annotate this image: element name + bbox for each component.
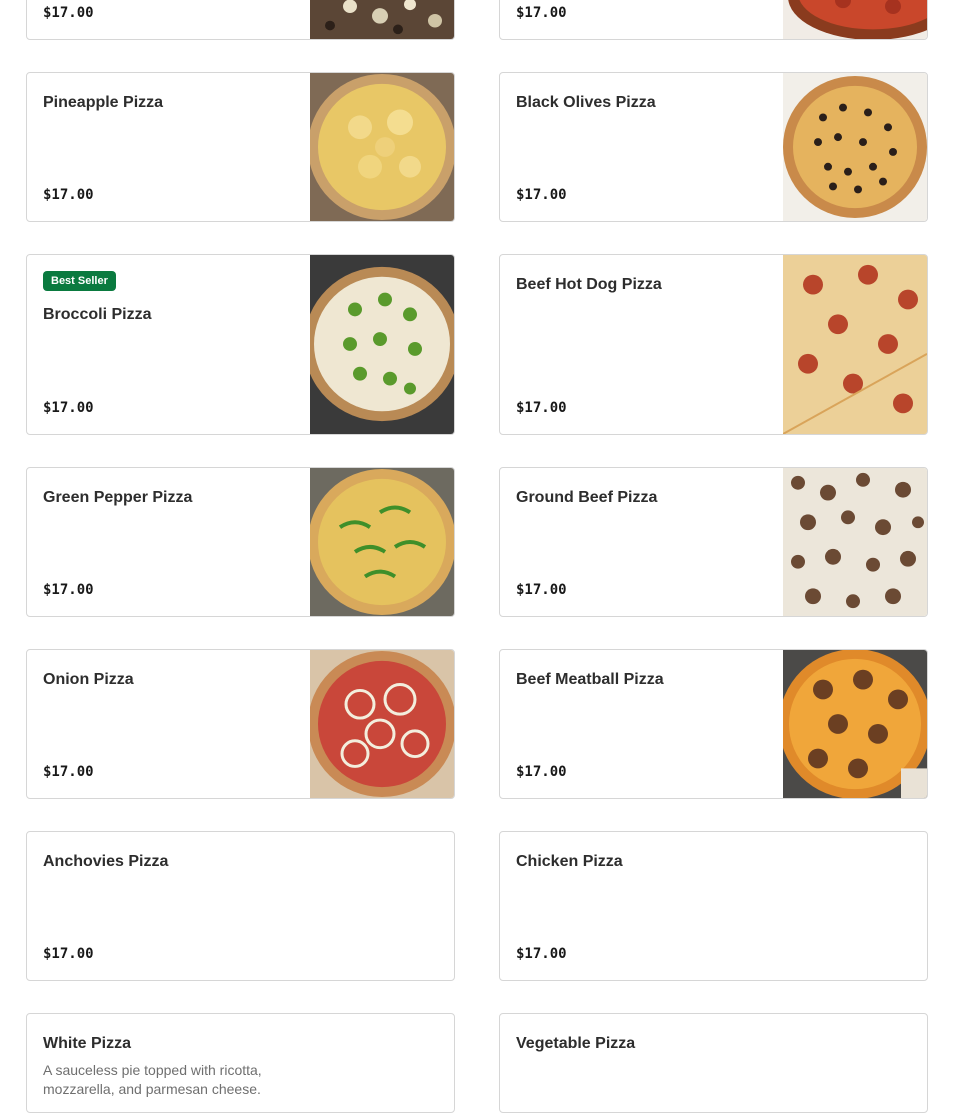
black-olives-pizza-photo	[783, 73, 927, 221]
menu-item-price: $17.00	[43, 946, 94, 962]
menu-item-price: $17.00	[43, 187, 94, 203]
menu-item-info: White Pizza A sauceless pie topped with …	[43, 1014, 438, 1112]
hot-dog-pizza-photo	[783, 255, 927, 434]
pizza-photo	[783, 0, 927, 39]
menu-item-info: Beef Hot Dog Pizza $17.00	[516, 255, 767, 434]
menu-item-name: Onion Pizza	[43, 671, 134, 688]
menu-item-name: Black Olives Pizza	[516, 94, 656, 111]
menu-item-name: White Pizza	[43, 1035, 132, 1052]
menu-item-info: Anchovies Pizza $17.00	[43, 832, 438, 980]
menu-item-card[interactable]: $17.00	[499, 0, 928, 40]
menu-item-info: Ground Beef Pizza $17.00	[516, 468, 767, 616]
menu-item-info: $17.00	[516, 0, 767, 39]
menu-item-price: $17.00	[43, 582, 94, 598]
ground-beef-pizza-photo	[783, 468, 927, 616]
menu-item-price: $17.00	[516, 764, 567, 780]
menu-item-card[interactable]: Black Olives Pizza $17.00	[499, 72, 928, 222]
menu-item-card[interactable]: Green Pepper Pizza $17.00	[26, 467, 455, 617]
pizza-photo	[310, 0, 454, 39]
menu-item-card[interactable]: Chicken Pizza $17.00	[499, 831, 928, 981]
menu-item-price: $17.00	[516, 582, 567, 598]
menu-item-name: Chicken Pizza	[516, 853, 623, 870]
menu-item-price: $17.00	[516, 400, 567, 416]
menu-item-description: A sauceless pie topped with ricotta, moz…	[43, 1062, 262, 1097]
menu-item-info: Pineapple Pizza $17.00	[43, 73, 294, 221]
menu-item-price: $17.00	[516, 946, 567, 962]
menu-item-name: Beef Meatball Pizza	[516, 671, 664, 688]
menu-item-card[interactable]: Beef Hot Dog Pizza $17.00	[499, 254, 928, 435]
menu-item-info: Chicken Pizza $17.00	[516, 832, 911, 980]
pineapple-pizza-photo	[310, 73, 454, 221]
menu-item-name: Green Pepper Pizza	[43, 489, 193, 506]
menu-item-price: $17.00	[43, 764, 94, 780]
menu-item-name: Vegetable Pizza	[516, 1035, 636, 1052]
onion-pizza-photo	[310, 650, 454, 798]
menu-item-info: Beef Meatball Pizza $17.00	[516, 650, 767, 798]
menu-item-name: Beef Hot Dog Pizza	[516, 276, 662, 293]
best-seller-badge: Best Seller	[43, 271, 116, 291]
menu-item-info: Best Seller Broccoli Pizza $17.00	[43, 255, 294, 434]
menu-item-card[interactable]: Ground Beef Pizza $17.00	[499, 467, 928, 617]
menu-item-card[interactable]: Beef Meatball Pizza $17.00	[499, 649, 928, 799]
menu-item-price: $17.00	[516, 5, 567, 21]
menu-item-card[interactable]: Vegetable Pizza	[499, 1013, 928, 1113]
menu-item-price: $17.00	[516, 187, 567, 203]
menu-item-name: Broccoli Pizza	[43, 306, 152, 323]
menu-item-card[interactable]: Best Seller Broccoli Pizza $17.00	[26, 254, 455, 435]
menu-item-card[interactable]: $17.00	[26, 0, 455, 40]
meatball-pizza-photo	[783, 650, 927, 798]
menu-item-card[interactable]: White Pizza A sauceless pie topped with …	[26, 1013, 455, 1113]
menu-item-name: Anchovies Pizza	[43, 853, 169, 870]
menu-item-info: Black Olives Pizza $17.00	[516, 73, 767, 221]
menu-item-info: Onion Pizza $17.00	[43, 650, 294, 798]
menu-item-card[interactable]: Anchovies Pizza $17.00	[26, 831, 455, 981]
broccoli-pizza-photo	[310, 255, 454, 434]
menu-item-name: Ground Beef Pizza	[516, 489, 658, 506]
menu-item-info: Vegetable Pizza	[516, 1014, 911, 1112]
menu-item-card[interactable]: Onion Pizza $17.00	[26, 649, 455, 799]
menu-item-info: Green Pepper Pizza $17.00	[43, 468, 294, 616]
menu-item-price: $17.00	[43, 400, 94, 416]
menu-item-name: Pineapple Pizza	[43, 94, 164, 111]
green-pepper-pizza-photo	[310, 468, 454, 616]
menu-item-price: $17.00	[43, 5, 94, 21]
menu-item-info: $17.00	[43, 0, 294, 39]
menu-item-card[interactable]: Pineapple Pizza $17.00	[26, 72, 455, 222]
